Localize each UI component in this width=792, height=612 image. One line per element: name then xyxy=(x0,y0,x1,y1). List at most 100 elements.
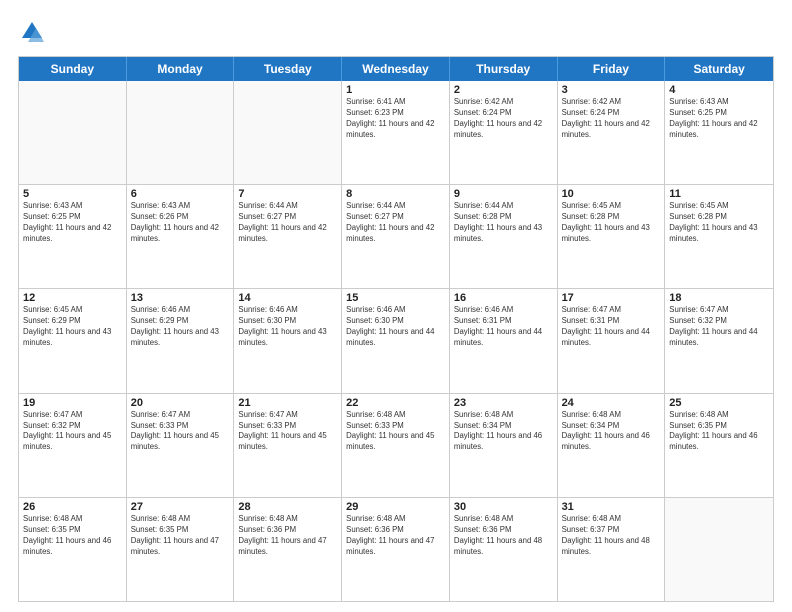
day-info: Sunrise: 6:43 AMSunset: 6:25 PMDaylight:… xyxy=(669,97,769,141)
page: SundayMondayTuesdayWednesdayThursdayFrid… xyxy=(0,0,792,612)
day-info: Sunrise: 6:43 AMSunset: 6:25 PMDaylight:… xyxy=(23,201,122,245)
day-info: Sunrise: 6:48 AMSunset: 6:35 PMDaylight:… xyxy=(669,410,769,454)
day-number: 5 xyxy=(23,188,122,200)
calendar-cell: 17Sunrise: 6:47 AMSunset: 6:31 PMDayligh… xyxy=(558,289,666,392)
day-number: 30 xyxy=(454,501,553,513)
calendar-cell: 28Sunrise: 6:48 AMSunset: 6:36 PMDayligh… xyxy=(234,498,342,601)
calendar-cell: 7Sunrise: 6:44 AMSunset: 6:27 PMDaylight… xyxy=(234,185,342,288)
calendar-row-2: 5Sunrise: 6:43 AMSunset: 6:25 PMDaylight… xyxy=(19,184,773,288)
day-info: Sunrise: 6:47 AMSunset: 6:32 PMDaylight:… xyxy=(669,305,769,349)
day-number: 21 xyxy=(238,397,337,409)
day-number: 11 xyxy=(669,188,769,200)
day-number: 20 xyxy=(131,397,230,409)
day-number: 1 xyxy=(346,84,445,96)
day-info: Sunrise: 6:47 AMSunset: 6:31 PMDaylight:… xyxy=(562,305,661,349)
day-info: Sunrise: 6:47 AMSunset: 6:32 PMDaylight:… xyxy=(23,410,122,454)
calendar-cell: 8Sunrise: 6:44 AMSunset: 6:27 PMDaylight… xyxy=(342,185,450,288)
header xyxy=(18,18,774,46)
calendar-header: SundayMondayTuesdayWednesdayThursdayFrid… xyxy=(19,57,773,81)
calendar-cell: 3Sunrise: 6:42 AMSunset: 6:24 PMDaylight… xyxy=(558,81,666,184)
calendar-cell: 13Sunrise: 6:46 AMSunset: 6:29 PMDayligh… xyxy=(127,289,235,392)
day-number: 15 xyxy=(346,292,445,304)
calendar-cell: 30Sunrise: 6:48 AMSunset: 6:36 PMDayligh… xyxy=(450,498,558,601)
day-number: 7 xyxy=(238,188,337,200)
header-day-wednesday: Wednesday xyxy=(342,57,450,81)
header-day-thursday: Thursday xyxy=(450,57,558,81)
calendar-cell: 15Sunrise: 6:46 AMSunset: 6:30 PMDayligh… xyxy=(342,289,450,392)
calendar-cell: 4Sunrise: 6:43 AMSunset: 6:25 PMDaylight… xyxy=(665,81,773,184)
calendar-cell: 5Sunrise: 6:43 AMSunset: 6:25 PMDaylight… xyxy=(19,185,127,288)
calendar-cell: 18Sunrise: 6:47 AMSunset: 6:32 PMDayligh… xyxy=(665,289,773,392)
day-number: 26 xyxy=(23,501,122,513)
day-info: Sunrise: 6:42 AMSunset: 6:24 PMDaylight:… xyxy=(454,97,553,141)
calendar-cell: 24Sunrise: 6:48 AMSunset: 6:34 PMDayligh… xyxy=(558,394,666,497)
header-day-friday: Friday xyxy=(558,57,666,81)
day-number: 8 xyxy=(346,188,445,200)
day-info: Sunrise: 6:48 AMSunset: 6:33 PMDaylight:… xyxy=(346,410,445,454)
day-number: 23 xyxy=(454,397,553,409)
day-number: 27 xyxy=(131,501,230,513)
calendar-cell: 12Sunrise: 6:45 AMSunset: 6:29 PMDayligh… xyxy=(19,289,127,392)
day-info: Sunrise: 6:44 AMSunset: 6:27 PMDaylight:… xyxy=(346,201,445,245)
day-info: Sunrise: 6:47 AMSunset: 6:33 PMDaylight:… xyxy=(131,410,230,454)
day-info: Sunrise: 6:48 AMSunset: 6:34 PMDaylight:… xyxy=(562,410,661,454)
header-day-tuesday: Tuesday xyxy=(234,57,342,81)
day-number: 22 xyxy=(346,397,445,409)
calendar-cell: 31Sunrise: 6:48 AMSunset: 6:37 PMDayligh… xyxy=(558,498,666,601)
day-info: Sunrise: 6:43 AMSunset: 6:26 PMDaylight:… xyxy=(131,201,230,245)
calendar-cell xyxy=(19,81,127,184)
logo-icon xyxy=(18,18,46,46)
calendar-cell: 20Sunrise: 6:47 AMSunset: 6:33 PMDayligh… xyxy=(127,394,235,497)
day-info: Sunrise: 6:44 AMSunset: 6:28 PMDaylight:… xyxy=(454,201,553,245)
day-number: 29 xyxy=(346,501,445,513)
logo xyxy=(18,18,50,46)
calendar-cell: 25Sunrise: 6:48 AMSunset: 6:35 PMDayligh… xyxy=(665,394,773,497)
day-number: 10 xyxy=(562,188,661,200)
header-day-monday: Monday xyxy=(127,57,235,81)
day-info: Sunrise: 6:46 AMSunset: 6:31 PMDaylight:… xyxy=(454,305,553,349)
day-number: 24 xyxy=(562,397,661,409)
day-number: 18 xyxy=(669,292,769,304)
header-day-saturday: Saturday xyxy=(665,57,773,81)
calendar-cell xyxy=(234,81,342,184)
calendar-row-4: 19Sunrise: 6:47 AMSunset: 6:32 PMDayligh… xyxy=(19,393,773,497)
calendar-cell: 2Sunrise: 6:42 AMSunset: 6:24 PMDaylight… xyxy=(450,81,558,184)
day-info: Sunrise: 6:42 AMSunset: 6:24 PMDaylight:… xyxy=(562,97,661,141)
day-number: 13 xyxy=(131,292,230,304)
calendar-cell: 10Sunrise: 6:45 AMSunset: 6:28 PMDayligh… xyxy=(558,185,666,288)
day-number: 25 xyxy=(669,397,769,409)
calendar-body: 1Sunrise: 6:41 AMSunset: 6:23 PMDaylight… xyxy=(19,81,773,601)
day-number: 3 xyxy=(562,84,661,96)
calendar-cell: 29Sunrise: 6:48 AMSunset: 6:36 PMDayligh… xyxy=(342,498,450,601)
calendar-cell: 19Sunrise: 6:47 AMSunset: 6:32 PMDayligh… xyxy=(19,394,127,497)
calendar-cell: 23Sunrise: 6:48 AMSunset: 6:34 PMDayligh… xyxy=(450,394,558,497)
day-info: Sunrise: 6:45 AMSunset: 6:29 PMDaylight:… xyxy=(23,305,122,349)
day-number: 16 xyxy=(454,292,553,304)
day-info: Sunrise: 6:48 AMSunset: 6:36 PMDaylight:… xyxy=(346,514,445,558)
day-info: Sunrise: 6:45 AMSunset: 6:28 PMDaylight:… xyxy=(562,201,661,245)
calendar-cell xyxy=(127,81,235,184)
day-number: 9 xyxy=(454,188,553,200)
calendar-cell: 14Sunrise: 6:46 AMSunset: 6:30 PMDayligh… xyxy=(234,289,342,392)
calendar-cell: 26Sunrise: 6:48 AMSunset: 6:35 PMDayligh… xyxy=(19,498,127,601)
calendar-cell: 11Sunrise: 6:45 AMSunset: 6:28 PMDayligh… xyxy=(665,185,773,288)
calendar: SundayMondayTuesdayWednesdayThursdayFrid… xyxy=(18,56,774,602)
calendar-cell: 22Sunrise: 6:48 AMSunset: 6:33 PMDayligh… xyxy=(342,394,450,497)
calendar-cell: 21Sunrise: 6:47 AMSunset: 6:33 PMDayligh… xyxy=(234,394,342,497)
calendar-row-1: 1Sunrise: 6:41 AMSunset: 6:23 PMDaylight… xyxy=(19,81,773,184)
day-number: 19 xyxy=(23,397,122,409)
day-info: Sunrise: 6:45 AMSunset: 6:28 PMDaylight:… xyxy=(669,201,769,245)
calendar-row-5: 26 Sunrise: 6:48 AMSunset: 6:35 PMDayligh… xyxy=(19,497,773,601)
day-info: Sunrise: 6:48 AMSunset: 6:37 PMDaylight:… xyxy=(562,514,661,558)
calendar-cell: 6Sunrise: 6:43 AMSunset: 6:26 PMDaylight… xyxy=(127,185,235,288)
day-info: Sunrise: 6:46 AMSunset: 6:30 PMDaylight:… xyxy=(346,305,445,349)
calendar-cell: 9Sunrise: 6:44 AMSunset: 6:28 PMDaylight… xyxy=(450,185,558,288)
day-info: Sunrise: 6:48 AMSunset: 6:35 PMDaylight:… xyxy=(131,514,230,558)
calendar-cell: 27Sunrise: 6:48 AMSunset: 6:35 PMDayligh… xyxy=(127,498,235,601)
day-number: 12 xyxy=(23,292,122,304)
day-number: 31 xyxy=(562,501,661,513)
day-number: 4 xyxy=(669,84,769,96)
day-number: 6 xyxy=(131,188,230,200)
day-info: Sunrise: 6:48 AMSunset: 6:34 PMDaylight:… xyxy=(454,410,553,454)
day-number: 2 xyxy=(454,84,553,96)
